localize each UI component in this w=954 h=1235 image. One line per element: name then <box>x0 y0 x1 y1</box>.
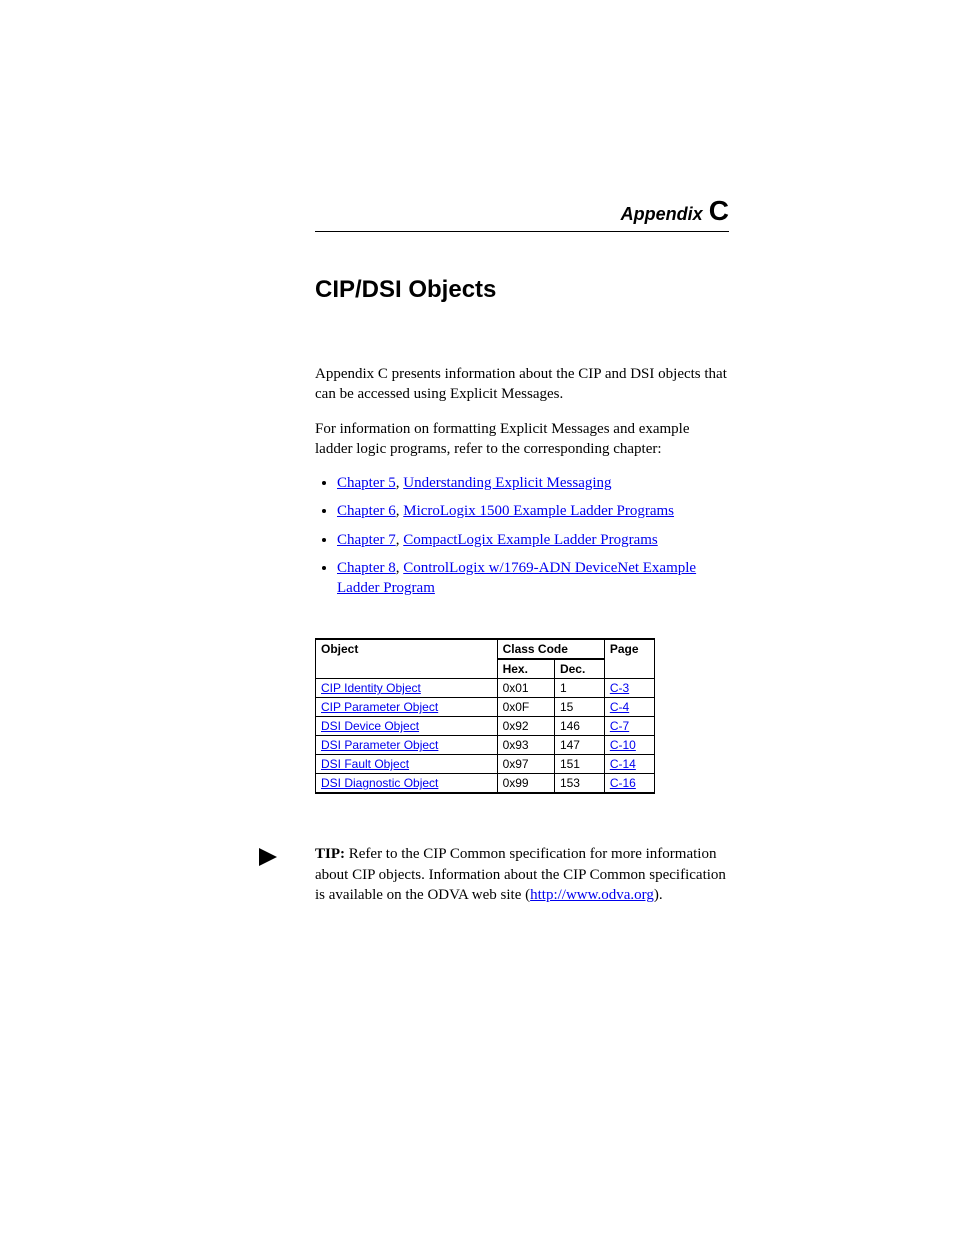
cell-dec: 151 <box>554 755 604 774</box>
table-row: CIP Parameter Object 0x0F 15 C-4 <box>316 698 655 717</box>
cell-hex: 0x01 <box>497 679 554 698</box>
page-link[interactable]: C-4 <box>610 700 629 714</box>
chapter-link[interactable]: Chapter 5 <box>337 475 396 491</box>
tip-block: TIP: Refer to the CIP Common specificati… <box>315 844 729 905</box>
list-item: Chapter 5, Understanding Explicit Messag… <box>337 473 729 493</box>
cell-hex: 0x99 <box>497 774 554 794</box>
object-link[interactable]: CIP Identity Object <box>321 681 421 695</box>
appendix-letter: C <box>709 195 729 226</box>
play-triangle-icon <box>257 846 279 868</box>
intro-paragraph-2: For information on formatting Explicit M… <box>315 419 729 460</box>
table-header-object: Object <box>316 639 498 679</box>
chapter-title-link[interactable]: Understanding Explicit Messaging <box>403 475 611 491</box>
table-row: DSI Parameter Object 0x93 147 C-10 <box>316 736 655 755</box>
tip-text-after: ). <box>654 887 663 903</box>
page-link[interactable]: C-14 <box>610 757 636 771</box>
cell-dec: 146 <box>554 717 604 736</box>
list-item: Chapter 8, ControlLogix w/1769-ADN Devic… <box>337 558 729 599</box>
chapter-title-link[interactable]: CompactLogix Example Ladder Programs <box>403 532 658 548</box>
list-item: Chapter 6, MicroLogix 1500 Example Ladde… <box>337 501 729 521</box>
cell-hex: 0x93 <box>497 736 554 755</box>
objects-table: Object Class Code Page Hex. Dec. CIP Ide… <box>315 638 655 794</box>
table-row: DSI Device Object 0x92 146 C-7 <box>316 717 655 736</box>
page-link[interactable]: C-16 <box>610 776 636 790</box>
list-item: Chapter 7, CompactLogix Example Ladder P… <box>337 530 729 550</box>
tip-label: TIP: <box>315 846 345 862</box>
tip-text-before: Refer to the CIP Common specification fo… <box>315 846 726 903</box>
table-header-classcode: Class Code <box>497 639 604 659</box>
cell-hex: 0x97 <box>497 755 554 774</box>
page-title: CIP/DSI Objects <box>315 276 729 304</box>
object-link[interactable]: DSI Diagnostic Object <box>321 776 438 790</box>
cell-hex: 0x92 <box>497 717 554 736</box>
object-link[interactable]: CIP Parameter Object <box>321 700 438 714</box>
appendix-header: Appendix C <box>315 195 729 232</box>
cell-hex: 0x0F <box>497 698 554 717</box>
table-header-dec: Dec. <box>554 659 604 679</box>
table-header-hex: Hex. <box>497 659 554 679</box>
chapter-list: Chapter 5, Understanding Explicit Messag… <box>315 473 729 598</box>
cell-dec: 1 <box>554 679 604 698</box>
chapter-link[interactable]: Chapter 6 <box>337 503 396 519</box>
cell-dec: 147 <box>554 736 604 755</box>
page-link[interactable]: C-3 <box>610 681 629 695</box>
object-link[interactable]: DSI Device Object <box>321 719 419 733</box>
table-row: DSI Diagnostic Object 0x99 153 C-16 <box>316 774 655 794</box>
chapter-title-link[interactable]: MicroLogix 1500 Example Ladder Programs <box>403 503 674 519</box>
cell-dec: 15 <box>554 698 604 717</box>
page-link[interactable]: C-7 <box>610 719 629 733</box>
cell-dec: 153 <box>554 774 604 794</box>
page-link[interactable]: C-10 <box>610 738 636 752</box>
chapter-link[interactable]: Chapter 8 <box>337 560 396 576</box>
object-link[interactable]: DSI Fault Object <box>321 757 409 771</box>
odva-link[interactable]: http://www.odva.org <box>530 887 654 903</box>
table-header-page: Page <box>604 639 654 679</box>
chapter-link[interactable]: Chapter 7 <box>337 532 396 548</box>
appendix-label: Appendix <box>621 204 703 224</box>
table-row: DSI Fault Object 0x97 151 C-14 <box>316 755 655 774</box>
intro-paragraph-1: Appendix C presents information about th… <box>315 364 729 405</box>
object-link[interactable]: DSI Parameter Object <box>321 738 438 752</box>
table-row: CIP Identity Object 0x01 1 C-3 <box>316 679 655 698</box>
